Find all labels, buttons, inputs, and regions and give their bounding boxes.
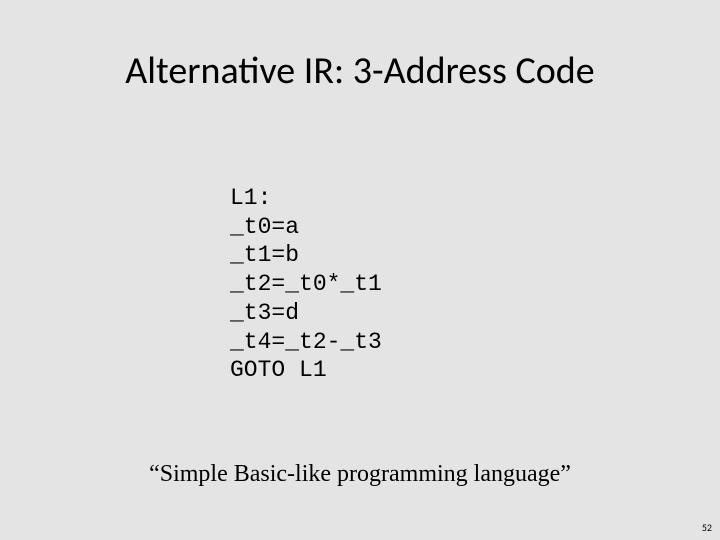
page-number: 52	[702, 521, 712, 534]
code-line: _t2=_t0*_t1	[230, 271, 382, 297]
code-line: _t4=_t2-_t3	[230, 329, 382, 355]
code-line: _t0=a	[230, 214, 299, 240]
code-block: L1: _t0=a _t1=b _t2=_t0*_t1 _t3=d _t4=_t…	[230, 155, 382, 385]
slide: Alternative IR: 3-Address Code L1: _t0=a…	[0, 0, 720, 540]
slide-caption: “Simple Basic-like programming language”	[0, 461, 720, 488]
code-line: _t3=d	[230, 300, 299, 326]
code-line: L1:	[230, 185, 271, 211]
slide-title: Alternative IR: 3-Address Code	[0, 48, 720, 94]
code-line: _t1=b	[230, 242, 299, 268]
code-line: GOTO L1	[230, 357, 327, 383]
